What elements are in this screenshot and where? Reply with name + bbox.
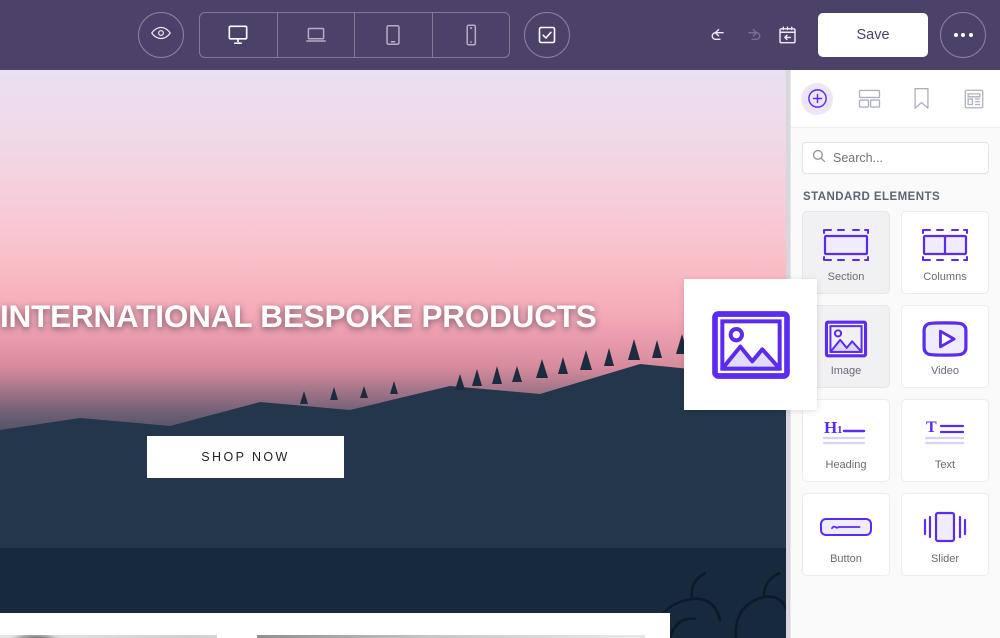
search-field[interactable] — [802, 142, 989, 174]
device-desktop-button[interactable] — [200, 13, 278, 57]
device-tablet-button[interactable] — [355, 13, 433, 57]
element-card-text[interactable]: T Text — [901, 399, 989, 482]
toolbar-right-group: Save — [702, 0, 986, 70]
more-options-icon — [953, 33, 958, 37]
panel-tab-saved[interactable] — [896, 70, 948, 128]
redo-icon — [748, 28, 761, 40]
element-label: Slider — [930, 552, 960, 565]
blocks-icon — [853, 83, 885, 115]
products-section[interactable] — [0, 613, 670, 638]
element-label: Video — [931, 364, 959, 377]
svg-text:T: T — [926, 419, 937, 436]
bookmark-icon — [906, 83, 938, 115]
device-preview-group — [199, 12, 510, 58]
element-label: Heading — [825, 458, 867, 471]
more-options-button[interactable] — [940, 12, 986, 58]
page-layout-icon — [958, 83, 990, 115]
panel-tab-bar — [791, 70, 1000, 128]
text-icon: T — [919, 411, 971, 455]
checkbox-check-icon — [538, 26, 556, 44]
section-icon — [818, 223, 874, 267]
device-mobile-button[interactable] — [433, 13, 510, 57]
svg-text:H: H — [824, 418, 837, 437]
element-card-button[interactable]: Button — [802, 493, 890, 576]
undo-icon — [711, 28, 724, 40]
tablet-icon — [386, 25, 400, 45]
panel-content: STANDARD ELEMENTS Section — [791, 128, 1000, 638]
validate-button[interactable] — [524, 12, 570, 58]
image-icon — [711, 310, 790, 379]
hero-title[interactable]: INTERNATIONAL BESPOKE PRODUCTS — [0, 298, 786, 335]
page-builder-app: Save INTERNATIONAL BESPOKE PRODUCTS SHOP… — [0, 0, 1000, 638]
more-options-icon — [968, 33, 973, 37]
revision-history-icon — [778, 26, 796, 43]
hero-cta-label: SHOP NOW — [201, 450, 290, 464]
svg-text:1: 1 — [837, 424, 843, 436]
element-card-heading[interactable]: H 1 Heading — [802, 399, 890, 482]
undo-button[interactable] — [702, 12, 736, 58]
more-options-icon — [961, 33, 965, 37]
button-icon — [818, 505, 874, 549]
laptop-icon — [306, 27, 326, 42]
heading-h1-icon: H 1 — [820, 411, 872, 455]
preview-button[interactable] — [138, 12, 184, 58]
elements-grid: Section Columns Image Video H 1 Heading … — [802, 211, 989, 576]
element-label: Text — [934, 458, 956, 471]
panel-tab-add-elements[interactable] — [791, 70, 843, 128]
drag-preview-image-element[interactable] — [684, 279, 817, 410]
standard-elements-heading: STANDARD ELEMENTS — [803, 191, 941, 203]
video-icon — [920, 317, 970, 361]
search-icon — [812, 149, 826, 168]
element-label: Image — [830, 364, 862, 377]
save-button-label: Save — [856, 27, 890, 43]
element-label: Section — [827, 270, 865, 283]
top-toolbar: Save — [0, 0, 1000, 70]
element-label: Button — [830, 552, 862, 565]
desktop-icon — [228, 25, 248, 44]
editor-canvas[interactable]: INTERNATIONAL BESPOKE PRODUCTS SHOP NOW — [0, 70, 786, 638]
element-card-video[interactable]: Video — [901, 305, 989, 388]
slider-icon — [919, 505, 971, 549]
panel-tab-pages[interactable] — [948, 70, 1000, 128]
columns-icon — [917, 223, 973, 267]
image-icon — [823, 317, 869, 361]
element-label: Columns — [923, 270, 967, 283]
hero-cta-button[interactable]: SHOP NOW — [147, 436, 344, 478]
eye-icon — [150, 22, 172, 49]
hero-foreground-ridge — [0, 298, 786, 548]
element-card-slider[interactable]: Slider — [901, 493, 989, 576]
mobile-icon — [466, 24, 476, 46]
redo-button[interactable] — [736, 12, 770, 58]
panel-tab-blocks[interactable] — [843, 70, 895, 128]
hero-section[interactable]: INTERNATIONAL BESPOKE PRODUCTS SHOP NOW — [0, 70, 786, 548]
plus-circle-icon — [801, 82, 834, 115]
revision-history-button[interactable] — [770, 12, 804, 58]
search-input[interactable] — [833, 151, 979, 165]
element-card-columns[interactable]: Columns — [901, 211, 989, 294]
device-laptop-button[interactable] — [278, 13, 355, 57]
elements-panel: STANDARD ELEMENTS Section — [790, 70, 1000, 638]
save-button[interactable]: Save — [818, 13, 928, 57]
